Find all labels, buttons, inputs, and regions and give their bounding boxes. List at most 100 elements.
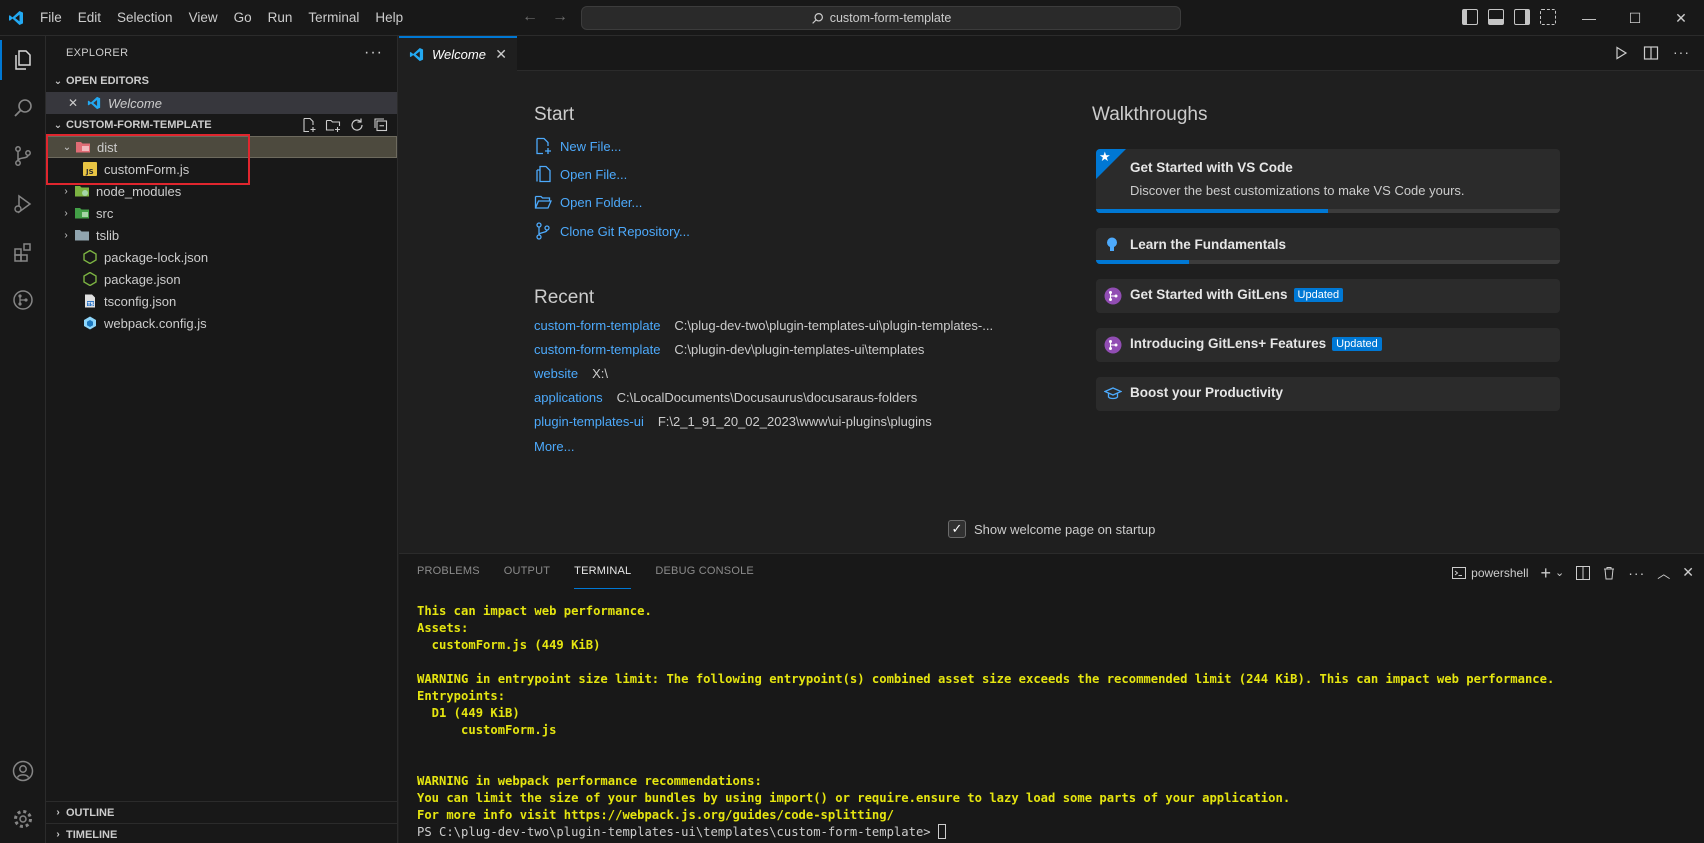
gitlens-icon[interactable] <box>0 276 46 324</box>
tree-file-package-lock[interactable]: package-lock.json <box>46 246 397 268</box>
menu-selection[interactable]: Selection <box>109 0 181 36</box>
more-actions-icon[interactable]: ··· <box>364 44 383 62</box>
menu-go[interactable]: Go <box>226 0 260 36</box>
outline-header[interactable]: › OUTLINE <box>46 801 398 823</box>
recent-name: website <box>534 366 579 381</box>
open-editor-label: Welcome <box>108 95 162 111</box>
collapse-all-icon[interactable] <box>373 117 389 133</box>
terminal-output[interactable]: This can impact web performance. Assets: … <box>417 603 1687 841</box>
recent-item[interactable]: custom-form-template C:\plug-dev-two\plu… <box>534 318 993 333</box>
shell-name: powershell <box>1471 565 1529 580</box>
menu-edit[interactable]: Edit <box>70 0 109 36</box>
more-actions-icon[interactable]: ··· <box>1673 45 1690 61</box>
open-folder-link[interactable]: Open Folder... <box>534 193 642 211</box>
chevron-down-icon: ⌄ <box>53 75 63 87</box>
refresh-icon[interactable] <box>349 117 365 133</box>
tab-welcome[interactable]: Welcome ✕ <box>399 36 517 71</box>
menu-help[interactable]: Help <box>367 0 411 36</box>
walkthrough-productivity[interactable]: Boost your Productivity <box>1096 377 1560 411</box>
menu-run[interactable]: Run <box>260 0 301 36</box>
tree-file-webpack-config[interactable]: webpack.config.js <box>46 312 397 334</box>
show-on-startup-checkbox[interactable]: ✓ Show welcome page on startup <box>948 520 1155 538</box>
terminal-shell-selector[interactable]: powershell <box>1452 565 1529 580</box>
forward-arrow-icon[interactable]: → <box>552 8 568 26</box>
command-center[interactable]: custom-form-template <box>581 6 1181 30</box>
walkthrough-gitlens[interactable]: Get Started with GitLens Updated <box>1096 279 1560 313</box>
open-file-link[interactable]: Open File... <box>534 165 627 183</box>
more-actions-icon[interactable]: ··· <box>1628 565 1645 581</box>
tab-output[interactable]: OUTPUT <box>504 554 550 589</box>
tree-file-package[interactable]: package.json <box>46 268 397 290</box>
explorer-icon[interactable] <box>0 36 46 84</box>
close-window-icon[interactable]: ✕ <box>1658 0 1704 36</box>
js-file-icon: JS <box>82 161 98 177</box>
svg-text:TS: TS <box>88 301 94 307</box>
settings-gear-icon[interactable] <box>0 795 46 843</box>
tree-folder-dist[interactable]: ⌄ dist <box>46 136 397 158</box>
open-editor-welcome[interactable]: ✕ Welcome <box>46 92 397 114</box>
minimize-icon[interactable]: — <box>1566 0 1612 36</box>
back-arrow-icon[interactable]: ← <box>522 8 538 26</box>
new-file-link[interactable]: New File... <box>534 137 621 155</box>
recent-path: F:\2_1_91_20_02_2023\www\ui-plugins\plug… <box>657 414 932 429</box>
walkthrough-gitlens-plus[interactable]: Introducing GitLens+ Features Updated <box>1096 328 1560 362</box>
recent-path: C:\plug-dev-two\plugin-templates-ui\plug… <box>674 318 994 333</box>
more-recent-link[interactable]: More... <box>534 439 574 454</box>
clone-git-link[interactable]: Clone Git Repository... <box>534 222 690 240</box>
tree-folder-src[interactable]: › src <box>46 202 397 224</box>
split-terminal-icon[interactable] <box>1576 565 1591 580</box>
maximize-panel-icon[interactable]: ︿ <box>1657 563 1670 582</box>
link-label: Open File... <box>560 166 628 182</box>
tree-folder-tslib[interactable]: › tslib <box>46 224 397 246</box>
timeline-header[interactable]: › TIMELINE <box>46 823 398 843</box>
new-folder-icon[interactable] <box>325 117 341 133</box>
search-icon[interactable] <box>0 84 46 132</box>
split-editor-icon[interactable] <box>1643 45 1659 61</box>
recent-item[interactable]: applications C:\LocalDocuments\Docusauru… <box>534 390 917 405</box>
folder-node-icon <box>74 183 90 199</box>
extensions-icon[interactable] <box>0 228 46 276</box>
tab-debug-console[interactable]: DEBUG CONSOLE <box>655 554 754 589</box>
recent-item[interactable]: custom-form-template C:\plugin-dev\plugi… <box>534 342 924 357</box>
chevron-right-icon: › <box>64 207 68 219</box>
recent-item[interactable]: plugin-templates-ui F:\2_1_91_20_02_2023… <box>534 414 932 429</box>
toggle-primary-sidebar-icon[interactable] <box>1462 9 1478 25</box>
run-icon[interactable] <box>1613 45 1629 61</box>
project-header[interactable]: ⌄ CUSTOM-FORM-TEMPLATE <box>46 114 397 136</box>
customize-layout-icon[interactable] <box>1540 9 1556 25</box>
recent-item[interactable]: website X:\ <box>534 366 608 381</box>
tree-folder-node-modules[interactable]: › node_modules <box>46 180 397 202</box>
close-icon[interactable]: ✕ <box>68 96 82 110</box>
project-label: CUSTOM-FORM-TEMPLATE <box>66 119 212 131</box>
walkthrough-progress <box>1096 209 1560 213</box>
tab-problems[interactable]: PROBLEMS <box>417 554 480 589</box>
menu-file[interactable]: File <box>32 0 70 36</box>
new-file-icon[interactable] <box>301 117 317 133</box>
accounts-icon[interactable] <box>0 747 46 795</box>
walkthrough-get-started[interactable]: ★ Get Started with VS Code Discover the … <box>1096 149 1560 213</box>
folder-dist-icon <box>75 139 91 155</box>
toggle-secondary-sidebar-icon[interactable] <box>1514 9 1530 25</box>
menu-terminal[interactable]: Terminal <box>300 0 367 36</box>
chevron-down-icon[interactable]: ⌄ <box>1555 566 1564 579</box>
run-debug-icon[interactable] <box>0 180 46 228</box>
walkthrough-fundamentals[interactable]: Learn the Fundamentals <box>1096 228 1560 264</box>
open-editors-header[interactable]: ⌄ OPEN EDITORS <box>46 70 397 92</box>
toggle-panel-icon[interactable] <box>1488 9 1504 25</box>
tree-file-tsconfig[interactable]: TS tsconfig.json <box>46 290 397 312</box>
new-terminal-icon[interactable]: + <box>1541 564 1552 582</box>
panel-actions: powershell + ⌄ ··· ︿ ✕ <box>1452 563 1694 582</box>
maximize-icon[interactable]: ☐ <box>1612 0 1658 36</box>
trash-icon[interactable] <box>1602 566 1616 580</box>
source-control-icon[interactable] <box>0 132 46 180</box>
terminal-prompt[interactable]: PS C:\plug-dev-two\plugin-templates-ui\t… <box>417 824 1687 841</box>
close-tab-icon[interactable]: ✕ <box>495 46 507 63</box>
explorer-title: EXPLORER <box>66 47 129 59</box>
recent-name: plugin-templates-ui <box>534 414 644 429</box>
menu-view[interactable]: View <box>181 0 226 36</box>
tab-terminal[interactable]: TERMINAL <box>574 554 632 589</box>
tree-file-customform[interactable]: JS customForm.js <box>46 158 397 180</box>
outline-label: OUTLINE <box>66 806 115 819</box>
explorer-title-bar: EXPLORER ··· <box>46 36 397 70</box>
close-panel-icon[interactable]: ✕ <box>1682 564 1694 581</box>
